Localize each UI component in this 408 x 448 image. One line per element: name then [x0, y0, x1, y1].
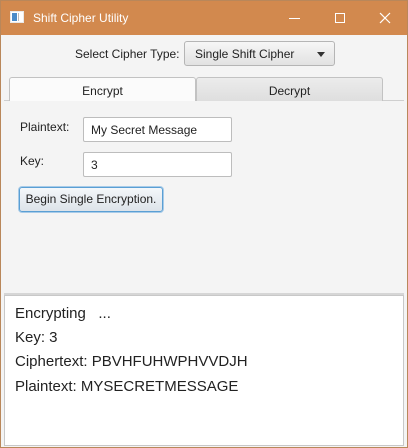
output-area[interactable]: Encrypting ... Key: 3 Ciphertext: PBVHFU… [4, 295, 404, 446]
window-title: Shift Cipher Utility [33, 11, 129, 25]
cipher-type-label: Select Cipher Type: [75, 47, 180, 61]
tab-bar: Encrypt Decrypt [4, 77, 404, 102]
tab-decrypt[interactable]: Decrypt [196, 77, 383, 101]
tab-encrypt[interactable]: Encrypt [9, 77, 196, 102]
minimize-button[interactable] [272, 1, 317, 35]
plaintext-label: Plaintext: [20, 120, 70, 134]
output-line-plaintext: Plaintext: MYSECRETMESSAGE [15, 378, 239, 395]
close-icon [379, 12, 390, 24]
maximize-button[interactable] [317, 1, 362, 35]
cipher-type-selected: Single Shift Cipher [195, 47, 295, 61]
key-label: Key: [20, 154, 45, 168]
close-button[interactable] [362, 1, 407, 35]
begin-encryption-button[interactable]: Begin Single Encryption. [19, 187, 163, 212]
output-line-status: Encrypting ... [15, 305, 111, 322]
chevron-down-icon [317, 52, 325, 57]
output-line-ciphertext: Ciphertext: PBVHFUHWPHVVDJH [15, 353, 248, 370]
app-window: Shift Cipher Utility Select Cipher Type:… [0, 0, 408, 448]
title-bar[interactable]: Shift Cipher Utility [1, 1, 407, 35]
minimize-icon [289, 17, 300, 19]
plaintext-input[interactable] [83, 117, 232, 142]
output-line-key: Key: 3 [15, 329, 58, 346]
maximize-icon [334, 13, 345, 23]
encrypt-panel: Plaintext: Key: Begin Single Encryption. [4, 101, 404, 293]
cipher-type-dropdown[interactable]: Single Shift Cipher [184, 41, 335, 66]
app-window-icon [10, 11, 24, 23]
key-input[interactable] [83, 152, 232, 177]
